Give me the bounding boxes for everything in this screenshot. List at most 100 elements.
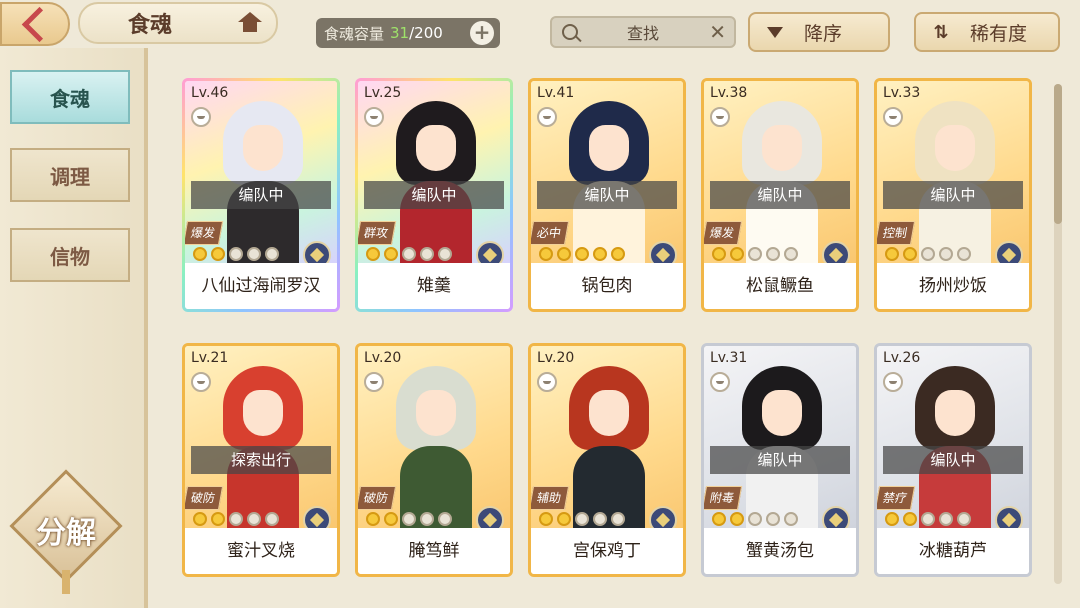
- character-face: [416, 125, 456, 171]
- role-badge: 破防: [185, 486, 224, 510]
- star-icon: [784, 247, 798, 261]
- swap-sort-icon: ⇅: [933, 21, 949, 43]
- star-rating: [366, 512, 456, 526]
- star-icon: [575, 247, 589, 261]
- star-icon: [903, 512, 917, 526]
- star-icon: [730, 247, 744, 261]
- sort-by-button[interactable]: ⇅ 稀有度: [914, 12, 1060, 52]
- role-badge: 爆发: [704, 221, 743, 245]
- star-icon: [384, 512, 398, 526]
- character-figure: [569, 366, 649, 534]
- tab-food-souls[interactable]: 食魂: [10, 70, 130, 124]
- star-rating: [539, 247, 629, 261]
- status-banner: 编队中: [191, 181, 331, 209]
- character-face: [416, 390, 456, 436]
- capacity-label: 食魂容量: [324, 24, 385, 43]
- star-rating: [539, 512, 629, 526]
- star-icon: [384, 247, 398, 261]
- food-soul-card[interactable]: Lv.41 编队中 必中 锅包肉: [528, 78, 686, 312]
- food-soul-card[interactable]: Lv.33 编队中 控制 扬州炒饭: [874, 78, 1032, 312]
- star-icon: [247, 247, 261, 261]
- scrollbar-thumb[interactable]: [1054, 84, 1062, 224]
- star-rating: [885, 512, 975, 526]
- level-label: Lv.41: [537, 85, 575, 101]
- grid-scrollbar[interactable]: [1054, 84, 1062, 584]
- role-badge: 禁疗: [877, 486, 916, 510]
- bowl-icon: [364, 372, 384, 392]
- character-face: [762, 390, 802, 436]
- star-icon: [593, 512, 607, 526]
- tab-tokens[interactable]: 信物: [10, 228, 130, 282]
- tab-tokens-label: 信物: [50, 244, 90, 269]
- capacity-current: 31: [390, 24, 410, 42]
- food-soul-card[interactable]: Lv.26 编队中 禁疗 冰糖葫芦: [874, 343, 1032, 577]
- back-button[interactable]: [0, 2, 70, 46]
- tab-conditioning-label: 调理: [50, 164, 90, 189]
- tab-conditioning[interactable]: 调理: [10, 148, 130, 202]
- role-badge: 爆发: [185, 221, 224, 245]
- status-banner: 编队中: [710, 181, 850, 209]
- food-soul-card[interactable]: Lv.20 辅助 宫保鸡丁: [528, 343, 686, 577]
- home-icon[interactable]: [238, 12, 262, 34]
- character-face: [935, 125, 975, 171]
- role-badge: 附毒: [704, 486, 743, 510]
- add-capacity-button[interactable]: +: [470, 21, 494, 45]
- bowl-icon: [710, 372, 730, 392]
- back-arrow-icon: [21, 6, 57, 42]
- level-label: Lv.25: [364, 85, 402, 101]
- status-banner: 编队中: [364, 181, 504, 209]
- star-rating: [712, 247, 802, 261]
- star-icon: [420, 512, 434, 526]
- character-face: [243, 390, 283, 436]
- character-face: [762, 125, 802, 171]
- star-icon: [921, 512, 935, 526]
- role-badge: 辅助: [531, 486, 570, 510]
- star-icon: [575, 512, 589, 526]
- food-soul-card[interactable]: Lv.20 破防 腌笃鲜: [355, 343, 513, 577]
- level-label: Lv.26: [883, 350, 921, 366]
- sort-order-button[interactable]: 降序: [748, 12, 890, 52]
- star-icon: [265, 512, 279, 526]
- tab-food-souls-label: 食魂: [50, 86, 90, 111]
- character-name: 雉羹: [358, 263, 510, 309]
- character-name: 冰糖葫芦: [877, 528, 1029, 574]
- star-icon: [939, 247, 953, 261]
- top-bar: 食魂 食魂容量 31 /200 + 查找 ✕ 降序 ⇅ 稀有度: [0, 0, 1080, 60]
- page-title-tab: 食魂: [78, 2, 278, 44]
- level-label: Lv.33: [883, 85, 921, 101]
- bowl-icon: [537, 107, 557, 127]
- food-soul-card[interactable]: Lv.21 探索出行 破防 蜜汁叉烧: [182, 343, 340, 577]
- star-icon: [265, 247, 279, 261]
- food-soul-card[interactable]: Lv.31 编队中 附毒 蟹黄汤包: [701, 343, 859, 577]
- star-icon: [438, 247, 452, 261]
- capacity-max: /200: [409, 24, 443, 42]
- bowl-icon: [364, 107, 384, 127]
- clear-icon[interactable]: ✕: [709, 20, 726, 44]
- character-name: 八仙过海闹罗汉: [185, 263, 337, 309]
- status-banner: 编队中: [710, 446, 850, 474]
- star-icon: [420, 247, 434, 261]
- star-icon: [193, 247, 207, 261]
- role-badge: 控制: [877, 221, 916, 245]
- star-icon: [539, 512, 553, 526]
- search-icon: [562, 24, 578, 40]
- decompose-button[interactable]: 分解: [9, 469, 123, 594]
- level-label: Lv.31: [710, 350, 748, 366]
- star-rating: [712, 512, 802, 526]
- star-icon: [957, 512, 971, 526]
- star-icon: [903, 247, 917, 261]
- star-icon: [366, 512, 380, 526]
- star-icon: [921, 247, 935, 261]
- status-banner: 编队中: [537, 181, 677, 209]
- food-soul-card[interactable]: Lv.46 编队中 爆发 八仙过海闹罗汉: [182, 78, 340, 312]
- decompose-label: 分解: [36, 516, 96, 551]
- role-badge: 破防: [358, 486, 397, 510]
- role-badge: 必中: [531, 221, 570, 245]
- tassel-ornament: [62, 570, 70, 594]
- bowl-icon: [191, 372, 211, 392]
- food-soul-card[interactable]: Lv.38 编队中 爆发 松鼠鳜鱼: [701, 78, 859, 312]
- capacity-display: 食魂容量 31 /200 +: [316, 18, 500, 48]
- star-icon: [730, 512, 744, 526]
- food-soul-card[interactable]: Lv.25 编队中 群攻 雉羹: [355, 78, 513, 312]
- search-box[interactable]: 查找 ✕: [550, 16, 736, 48]
